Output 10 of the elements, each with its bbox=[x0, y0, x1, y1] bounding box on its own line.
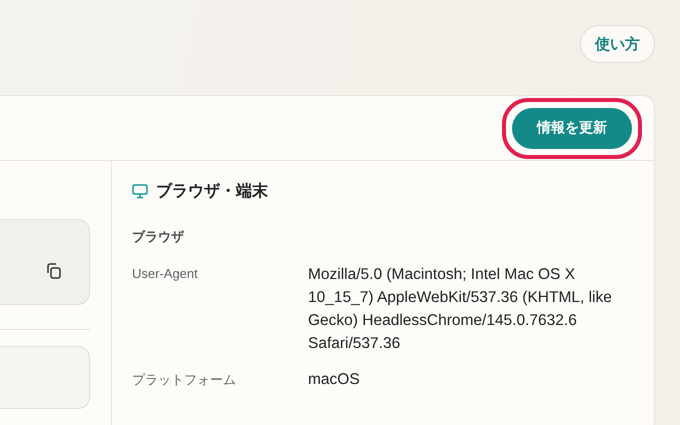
info-value: macOS bbox=[308, 370, 361, 390]
copy-icon[interactable] bbox=[45, 262, 63, 280]
refresh-button[interactable]: 情報を更新 bbox=[512, 108, 632, 148]
info-label: プラットフォーム bbox=[132, 371, 237, 389]
monitor-icon bbox=[132, 184, 148, 199]
subsection-heading: ブラウザ bbox=[132, 228, 186, 246]
section-title: ブラウザ・端末 bbox=[156, 181, 268, 202]
info-value: Mozilla/5.0 (Macintosh; Intel Mac OS X 10_15_7) AppleWebKit/537.36 (KHTML, like Gecko) HeadlessChrome/145.0.7632.6 Safari/537.36 bbox=[308, 265, 613, 354]
help-button[interactable]: 使い方 bbox=[580, 25, 655, 63]
info-label: User-Agent bbox=[132, 266, 199, 283]
